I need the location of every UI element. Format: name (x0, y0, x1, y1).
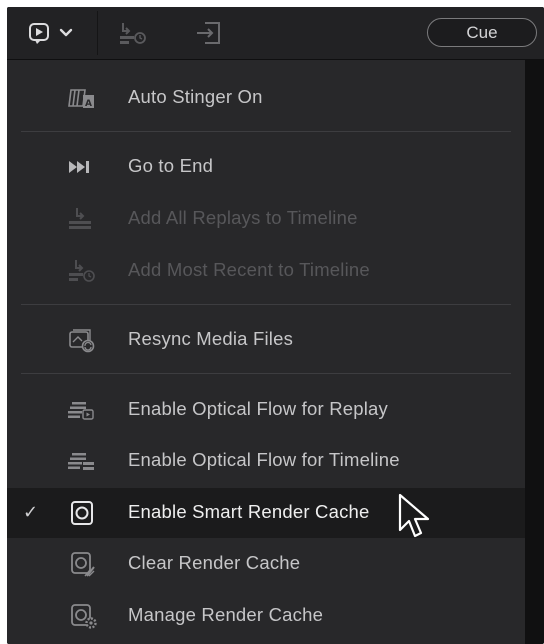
menu-item-go-to-end[interactable]: Go to End (7, 142, 525, 192)
panel-edge (525, 60, 544, 644)
menu-item-add-most-recent: Add Most Recent to Timeline (7, 246, 525, 296)
menu-item-optical-flow-timeline[interactable]: Enable Optical Flow for Timeline (7, 436, 525, 486)
auto-stinger-icon: A (63, 84, 103, 112)
menu-item-label: Resync Media Files (128, 328, 294, 349)
add-recent-replay-icon (120, 23, 146, 44)
svg-text:A: A (85, 99, 92, 109)
checkmark-icon: ✓ (23, 502, 39, 523)
clear-render-cache-icon (63, 550, 103, 578)
menu-item-resync-media[interactable]: Resync Media Files (7, 315, 525, 365)
enter-icon (197, 22, 220, 44)
menu-item-label: Auto Stinger On (128, 86, 263, 107)
cue-button[interactable]: Cue (427, 18, 537, 47)
play-options-button[interactable] (25, 19, 89, 47)
replay-options-menu: A Auto Stinger On Go to End Add All Repl… (7, 60, 525, 644)
menu-separator (21, 304, 511, 305)
menu-separator (21, 131, 511, 132)
smart-render-cache-icon (63, 499, 103, 527)
play-in-window-icon (29, 23, 73, 44)
menu-item-label: Add All Replays to Timeline (128, 207, 358, 228)
replay-toolbar: Cue (7, 7, 544, 60)
add-most-recent-icon (63, 257, 103, 285)
menu-separator (21, 373, 511, 374)
menu-item-label: Manage Render Cache (128, 604, 324, 625)
menu-item-label: Go to End (128, 155, 214, 176)
menu-item-optical-flow-replay[interactable]: Enable Optical Flow for Replay (7, 385, 525, 435)
go-to-end-icon (63, 153, 103, 181)
menu-item-add-all-replays: Add All Replays to Timeline (7, 194, 525, 244)
menu-item-label: Enable Optical Flow for Timeline (128, 449, 400, 470)
menu-item-smart-render-cache[interactable]: ✓ Enable Smart Render Cache (7, 488, 525, 538)
menu-item-label: Enable Optical Flow for Replay (128, 398, 388, 419)
mouse-pointer-icon (398, 493, 430, 538)
enter-button[interactable] (189, 19, 229, 47)
resync-media-icon (63, 326, 103, 354)
replay-panel: Cue A Auto Stinger On Go to End Add All … (7, 7, 544, 644)
menu-item-label: Enable Smart Render Cache (128, 501, 370, 522)
menu-item-label: Add Most Recent to Timeline (128, 259, 370, 280)
manage-render-cache-icon (63, 602, 103, 630)
menu-item-clear-render-cache[interactable]: Clear Render Cache (7, 539, 525, 589)
menu-item-label: Clear Render Cache (128, 552, 301, 573)
optical-flow-replay-icon (63, 396, 103, 424)
toolbar-divider (97, 11, 98, 55)
add-recent-replay-button[interactable] (115, 19, 155, 47)
add-all-replays-icon (63, 205, 103, 233)
menu-item-manage-render-cache[interactable]: Manage Render Cache (7, 591, 525, 641)
chevron-down-icon (59, 28, 73, 37)
menu-item-auto-stinger[interactable]: A Auto Stinger On (7, 73, 525, 123)
optical-flow-timeline-icon (63, 447, 103, 475)
